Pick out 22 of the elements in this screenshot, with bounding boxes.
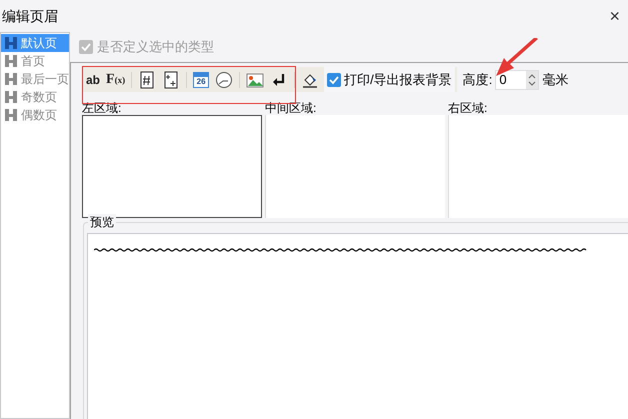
sidebar-item[interactable]: 最后一页 <box>1 70 69 88</box>
close-button[interactable]: × <box>609 7 620 25</box>
sidebar-item[interactable]: 首页 <box>1 52 69 70</box>
window-title: 编辑页眉 <box>2 6 58 26</box>
image-icon[interactable] <box>246 70 264 88</box>
formula-button[interactable]: F(x) <box>105 69 126 90</box>
page-plus-icon[interactable] <box>162 70 180 88</box>
height-field[interactable]: 0 <box>495 70 540 90</box>
gauge-icon[interactable] <box>215 70 234 88</box>
preview-label: 预览 <box>88 214 116 230</box>
page-hash-icon[interactable] <box>138 70 156 88</box>
checkbox-label: 打印/导出报表背景 <box>344 70 452 89</box>
text-tool-button[interactable]: ab <box>85 70 102 88</box>
checkbox-label: 是否定义选中的类型 <box>97 38 214 56</box>
region-area[interactable] <box>82 115 262 218</box>
calendar-button[interactable]: 26 <box>193 72 210 88</box>
sidebar-item[interactable]: 奇数页 <box>1 88 69 106</box>
unit-label: 毫米 <box>542 70 568 89</box>
region-label: 右区域: <box>448 102 488 115</box>
sidebar-item[interactable]: 偶数页 <box>1 106 69 124</box>
checkbox[interactable] <box>327 72 342 86</box>
height-label: 高度: <box>462 70 492 89</box>
